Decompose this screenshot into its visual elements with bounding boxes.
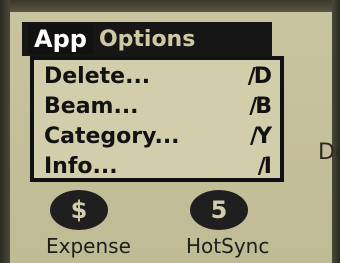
expense-icon[interactable]: $ <box>50 190 108 230</box>
app-label-hotsync[interactable]: HotSync <box>186 234 269 258</box>
menu-item-shortcut: ∕B <box>249 93 272 119</box>
hotsync-icon[interactable]: 5 <box>190 190 248 230</box>
expense-glyph: $ <box>70 196 88 224</box>
menu-item-shortcut: ∕D <box>247 63 272 89</box>
menu-item-category[interactable]: Category... ∕Y <box>44 122 272 150</box>
menu-options[interactable]: Options <box>99 27 195 52</box>
hotsync-glyph: 5 <box>210 196 228 224</box>
menu-app[interactable]: App <box>28 24 93 54</box>
menu-item-label: Category... <box>44 123 180 149</box>
app-menu-dropdown: Delete... ∕D Beam... ∕B Category... ∕Y I… <box>30 56 284 182</box>
app-label-expense[interactable]: Expense <box>46 234 131 258</box>
menu-item-shortcut: ∕Y <box>250 123 272 149</box>
menu-item-label: Info... <box>44 153 118 179</box>
menu-item-label: Beam... <box>44 93 139 119</box>
menu-item-shortcut: ∕I <box>257 153 272 179</box>
menu-item-label: Delete... <box>44 63 151 89</box>
device-bezel-top <box>0 0 340 12</box>
menu-item-beam[interactable]: Beam... ∕B <box>44 92 272 120</box>
menu-bar: App Options <box>22 22 272 56</box>
menu-item-delete[interactable]: Delete... ∕D <box>44 62 272 90</box>
menu-item-info[interactable]: Info... ∕I <box>44 152 272 180</box>
device-bezel-right <box>332 0 340 263</box>
device-bezel-left <box>0 0 10 263</box>
partial-app-label: Do <box>318 140 340 165</box>
